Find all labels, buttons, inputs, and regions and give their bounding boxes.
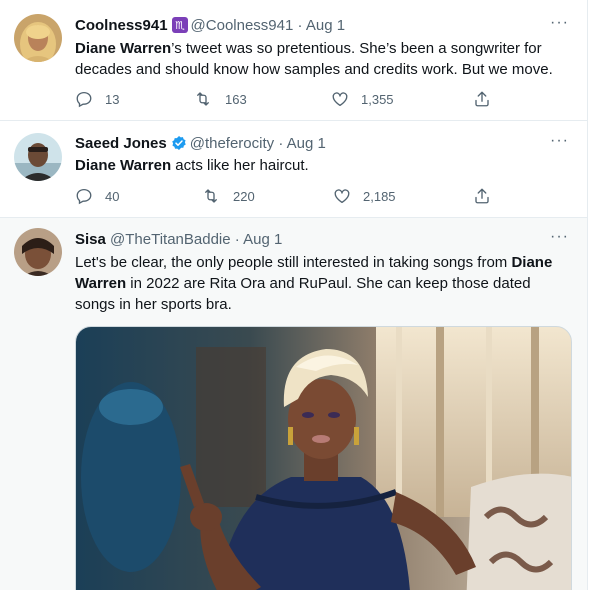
tweet-actions: 13 163 1,355	[75, 90, 515, 110]
author-name[interactable]: Sisa	[75, 231, 106, 248]
mention-bold: Diane Warren	[75, 40, 172, 57]
like-count: 1,355	[361, 91, 394, 107]
tweet-actions: 40 220 2,185	[75, 187, 515, 207]
separator-dot: ·	[234, 231, 240, 248]
author-handle[interactable]: @Coolness941	[191, 17, 294, 34]
tweet-header: Sisa @TheTitanBaddie · Aug 1	[75, 230, 282, 250]
tweet-date[interactable]: Aug 1	[287, 135, 326, 152]
separator-dot: ·	[278, 135, 284, 152]
tweet-text: Diane Warren acts like her haircut.	[75, 155, 575, 176]
share-icon	[475, 188, 489, 204]
tweet-media-photo[interactable]	[75, 326, 572, 590]
heart-icon	[334, 189, 350, 204]
photo-woman-pointing	[76, 327, 571, 590]
tweet-text-body: in 2022 are Rita Ora and RuPaul. She can…	[75, 275, 531, 313]
share-button[interactable]	[473, 187, 503, 205]
retweet-icon	[197, 92, 209, 106]
tweet-text: Diane Warren’s tweet was so pretentious.…	[75, 38, 575, 80]
author-handle[interactable]: @TheTitanBaddie	[110, 231, 231, 248]
tweet-text-intro: Let's be clear, the only people still in…	[75, 254, 512, 271]
verified-badge-icon	[171, 135, 187, 157]
tweet[interactable]: Saeed Jones @theferocity · Aug 1 ··· Dian…	[0, 121, 587, 218]
retweet-button[interactable]: 163	[193, 90, 247, 108]
avatar[interactable]	[14, 228, 62, 276]
author-name[interactable]: Saeed Jones	[75, 135, 167, 152]
tweet-text: Let's be clear, the only people still in…	[75, 252, 570, 315]
reply-button[interactable]: 13	[75, 90, 119, 108]
avatar[interactable]	[14, 133, 62, 181]
reply-icon	[76, 188, 92, 205]
reply-icon	[76, 91, 92, 108]
tweet-text-body: acts like her haircut.	[171, 157, 309, 174]
retweet-icon	[205, 189, 217, 203]
tweet-header: Coolness941 ♏ @Coolness941 · Aug 1	[75, 16, 345, 39]
avatar[interactable]	[14, 14, 62, 62]
like-button[interactable]: 1,355	[331, 90, 394, 108]
like-button[interactable]: 2,185	[333, 187, 396, 205]
tweet-date[interactable]: Aug 1	[243, 231, 282, 248]
tweet-header: Saeed Jones @theferocity · Aug 1	[75, 134, 326, 157]
separator-dot: ·	[297, 17, 303, 34]
like-count: 2,185	[363, 188, 396, 204]
scorpio-zodiac-badge-icon: ♏	[171, 17, 188, 39]
tweet-date[interactable]: Aug 1	[306, 17, 345, 34]
reply-count: 40	[105, 188, 120, 204]
timeline-border	[587, 0, 588, 590]
svg-text:♏: ♏	[175, 19, 185, 32]
retweet-button[interactable]: 220	[201, 187, 255, 205]
mention-bold: Diane Warren	[75, 157, 172, 174]
tweet[interactable]: Coolness941 ♏ @Coolness941 · Aug 1 ··· Dia…	[0, 0, 587, 121]
heart-icon	[332, 92, 348, 107]
more-options-icon[interactable]: ···	[550, 228, 569, 246]
timeline: Coolness941 ♏ @Coolness941 · Aug 1 ··· Dia…	[0, 0, 595, 590]
author-handle[interactable]: @theferocity	[190, 135, 274, 152]
share-icon	[475, 91, 489, 107]
more-options-icon[interactable]: ···	[550, 14, 569, 32]
retweet-count: 220	[233, 188, 255, 204]
author-name[interactable]: Coolness941	[75, 17, 168, 34]
more-options-icon[interactable]: ···	[550, 132, 569, 150]
retweet-count: 163	[225, 91, 247, 107]
reply-count: 13	[105, 91, 120, 107]
share-button[interactable]	[473, 90, 503, 108]
reply-button[interactable]: 40	[75, 187, 119, 205]
